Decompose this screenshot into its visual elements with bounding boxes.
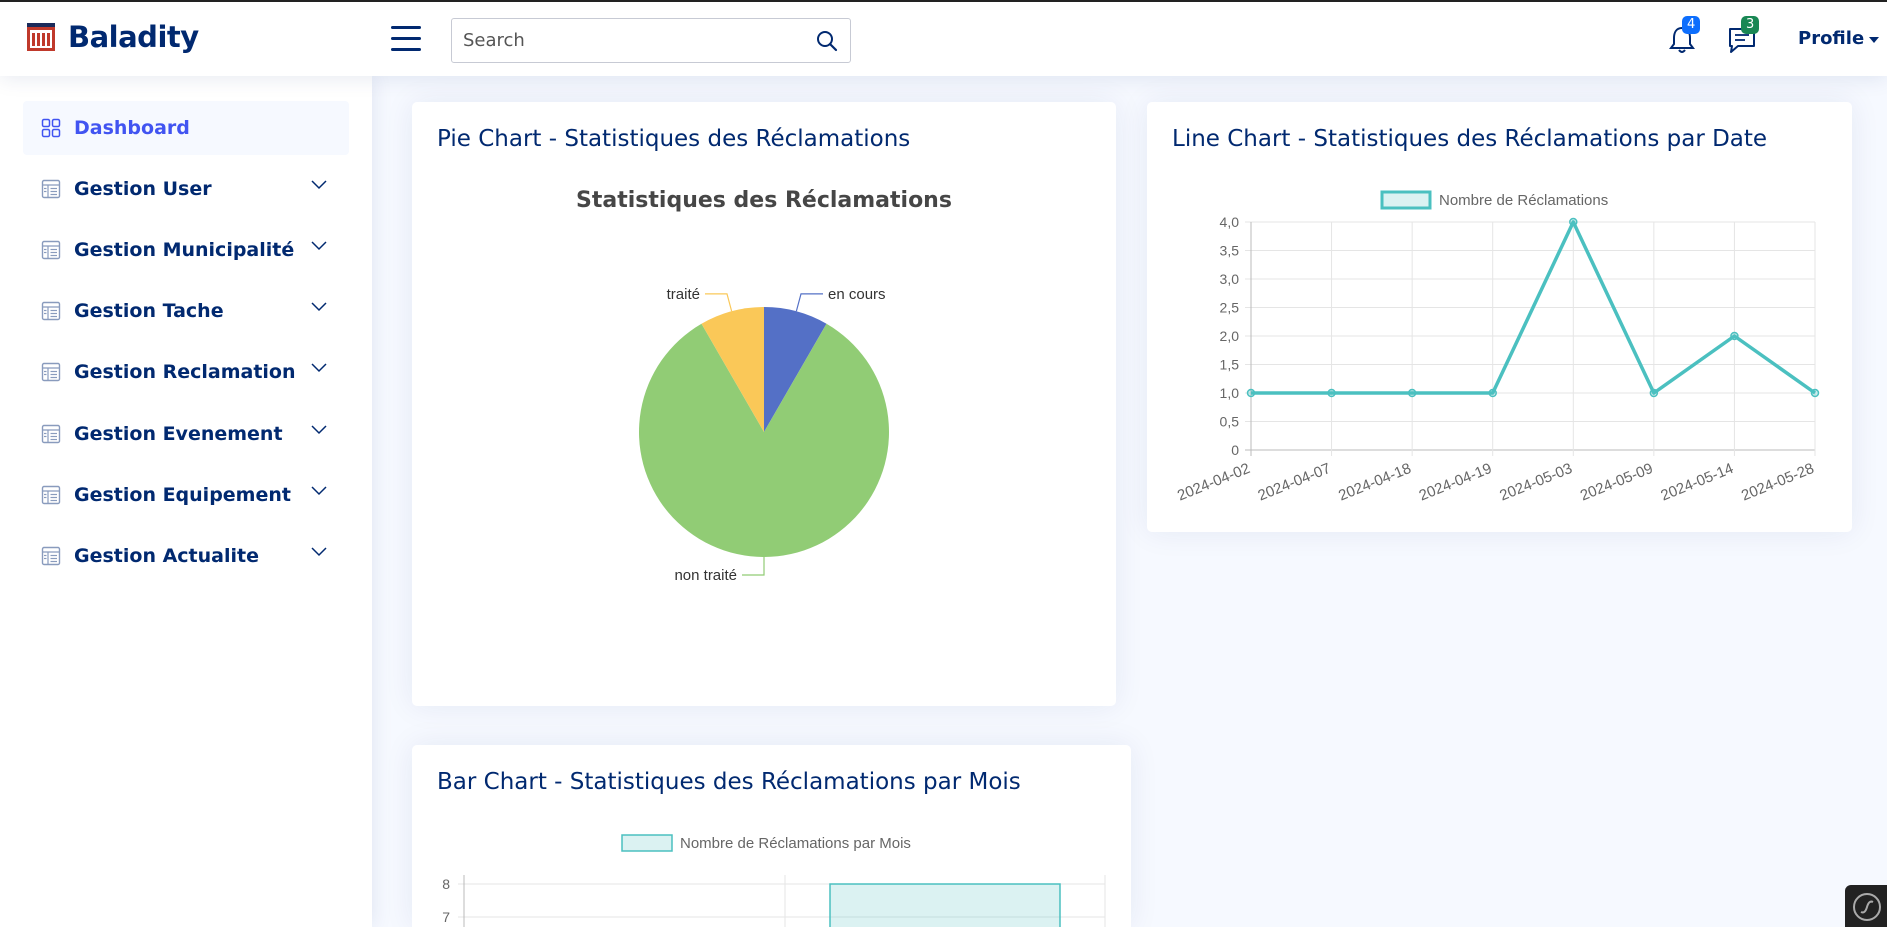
layout-text-icon xyxy=(41,301,61,321)
sidebar-item-label: Gestion User xyxy=(74,178,212,200)
search-input[interactable] xyxy=(452,19,804,62)
sidebar-item-gestion-equipement[interactable]: Gestion Equipement xyxy=(23,468,349,522)
layout-text-icon xyxy=(41,485,61,505)
y-tick-label: 0 xyxy=(1231,442,1239,458)
layout-text-icon xyxy=(41,546,61,566)
sidebar-item-gestion-actualite[interactable]: Gestion Actualite xyxy=(23,529,349,583)
pie-label: non traité xyxy=(674,567,737,584)
x-tick-label: 2024-05-03 xyxy=(1497,460,1575,505)
x-tick-label: 2024-05-14 xyxy=(1658,460,1736,505)
notifications-badge: 4 xyxy=(1682,16,1701,34)
pie-chart-card: Pie Chart - Statistiques des Réclamation… xyxy=(412,102,1116,706)
line-point[interactable] xyxy=(1407,388,1417,398)
sidebar-item-label: Gestion Evenement xyxy=(74,423,283,445)
profile-label: Profile xyxy=(1798,28,1865,49)
layout-text-icon xyxy=(41,424,61,444)
y-tick-label: 2,0 xyxy=(1220,328,1240,344)
line-point[interactable] xyxy=(1488,388,1497,398)
line-point[interactable] xyxy=(1246,388,1256,398)
sidebar: Dashboard Gestion User Gestion Municipal… xyxy=(0,76,372,927)
legend-label[interactable]: Nombre de Réclamations par Mois xyxy=(680,835,911,852)
y-tick-label: 2,5 xyxy=(1220,300,1240,316)
x-tick-label: 2024-05-09 xyxy=(1578,460,1656,505)
x-tick-label: 2024-04-02 xyxy=(1175,460,1253,505)
x-tick-label: 2024-04-18 xyxy=(1336,460,1414,505)
y-tick-label: 1,5 xyxy=(1220,357,1240,373)
chevron-down-icon xyxy=(311,241,327,251)
line-chart-card: Line Chart - Statistiques des Réclamatio… xyxy=(1147,102,1852,532)
pie-label: en cours xyxy=(828,286,886,303)
y-tick-label: 4,0 xyxy=(1220,214,1240,230)
line-point[interactable] xyxy=(1810,388,1820,398)
card-title: Line Chart - Statistiques des Réclamatio… xyxy=(1172,126,1768,152)
sidebar-item-label: Gestion Reclamation xyxy=(74,361,296,383)
sidebar-item-gestion-reclamation[interactable]: Gestion Reclamation xyxy=(23,345,349,399)
line-point[interactable] xyxy=(1327,388,1336,398)
x-tick-label: 2024-04-19 xyxy=(1417,460,1495,505)
bar[interactable] xyxy=(829,883,1061,927)
y-tick-label: 7 xyxy=(442,909,450,925)
app-name: Baladity xyxy=(68,20,199,54)
messages-button[interactable]: 3 xyxy=(1727,16,1760,57)
chevron-down-icon xyxy=(311,363,327,373)
bar-chart: Nombre de Réclamations par Mois 876 xyxy=(442,834,1106,927)
sidebar-item-label: Gestion Municipalité xyxy=(74,239,295,261)
sidebar-item-label: Gestion Equipement xyxy=(74,484,291,506)
search-icon xyxy=(817,30,838,51)
sidebar-item-gestion-user[interactable]: Gestion User xyxy=(23,162,349,216)
chevron-down-icon xyxy=(311,180,327,190)
chevron-down-icon xyxy=(311,425,327,435)
legend-swatch xyxy=(1380,190,1432,210)
legend-swatch xyxy=(621,834,673,852)
pie-label-line xyxy=(742,557,765,576)
building-icon xyxy=(27,23,55,51)
pie-label: traité xyxy=(667,286,700,303)
chart-title: Statistiques des Réclamations xyxy=(576,188,952,213)
sidebar-item-dashboard[interactable]: Dashboard xyxy=(23,101,349,155)
line-point[interactable] xyxy=(1649,388,1659,398)
layout-text-icon xyxy=(41,240,61,260)
y-tick-label: 1,0 xyxy=(1220,385,1240,401)
x-tick-label: 2024-05-28 xyxy=(1739,460,1817,505)
sidebar-item-label: Dashboard xyxy=(74,117,190,139)
caret-down-icon xyxy=(1869,36,1880,43)
profile-dropdown[interactable]: Profile xyxy=(1798,28,1880,49)
sidebar-item-label: Gestion Tache xyxy=(74,300,224,322)
sidebar-item-gestion-municipalite[interactable]: Gestion Municipalité xyxy=(23,223,349,277)
symfony-icon xyxy=(1853,893,1881,921)
notifications-button[interactable]: 4 xyxy=(1668,16,1701,57)
x-tick-label: 2024-04-07 xyxy=(1256,460,1334,505)
sidebar-item-label: Gestion Actualite xyxy=(74,545,259,567)
search-bar xyxy=(451,18,851,63)
pie-label-line xyxy=(704,293,733,312)
chevron-down-icon xyxy=(311,486,327,496)
y-tick-label: 0,5 xyxy=(1220,414,1240,430)
line-point[interactable] xyxy=(1569,217,1578,227)
app-logo[interactable]: Baladity xyxy=(26,20,199,54)
y-tick-label: 8 xyxy=(442,876,450,892)
layout-text-icon xyxy=(41,362,61,382)
legend-label[interactable]: Nombre de Réclamations xyxy=(1439,192,1608,209)
card-title: Pie Chart - Statistiques des Réclamation… xyxy=(437,126,911,152)
chevron-down-icon xyxy=(311,547,327,557)
search-button[interactable] xyxy=(804,19,850,62)
y-tick-label: 3,5 xyxy=(1220,243,1240,259)
sidebar-item-gestion-evenement[interactable]: Gestion Evenement xyxy=(23,407,349,461)
symfony-toolbar-toggle[interactable] xyxy=(1845,885,1887,927)
pie-chart: Statistiques des Réclamations en cours no… xyxy=(576,188,952,584)
chevron-down-icon xyxy=(311,302,327,312)
line-point[interactable] xyxy=(1730,331,1739,341)
grid-icon xyxy=(41,118,61,138)
y-tick-label: 3,0 xyxy=(1220,271,1240,287)
pie-label-line xyxy=(795,293,824,312)
messages-badge: 3 xyxy=(1741,16,1760,34)
menu-toggle-icon[interactable] xyxy=(391,26,421,52)
card-title: Bar Chart - Statistiques des Réclamation… xyxy=(437,769,1021,795)
layout-text-icon xyxy=(41,179,61,199)
sidebar-item-gestion-tache[interactable]: Gestion Tache xyxy=(23,284,349,338)
top-header: Baladity 4 3 Profile xyxy=(0,0,1887,76)
bar-chart-card: Bar Chart - Statistiques des Réclamation… xyxy=(412,745,1131,927)
line-chart: Nombre de Réclamations 0 0,5 1,0 1,5 2,0 2,5 3… xyxy=(1175,190,1820,505)
